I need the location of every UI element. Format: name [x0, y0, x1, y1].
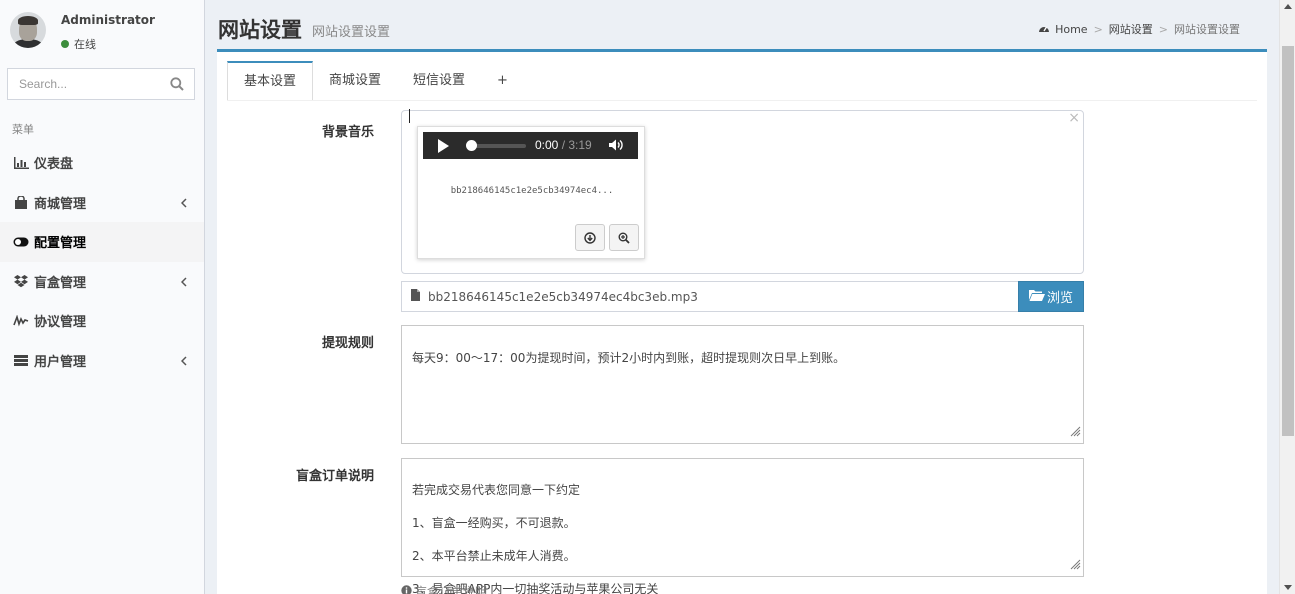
withdraw-rule-textarea[interactable]: 每天9：00～17：00为提现时间，预计2小时内到账，超时提现则次日早上到账。 — [401, 325, 1084, 444]
bg-music-label: 背景音乐 — [321, 125, 374, 140]
avatar — [10, 12, 46, 48]
audio-time: 0:00 / 3:19 — [535, 138, 592, 152]
tab-basic-settings[interactable]: 基本设置 — [227, 61, 314, 101]
sidebar-item-users[interactable]: 用户管理 — [0, 341, 204, 381]
help-text: 盲盒订单说明 — [415, 585, 488, 594]
sidebar-menu: 仪表盘 商城管理 配置管理 盲盒管理 协议管理 用户管理 — [0, 143, 204, 380]
resize-handle-icon[interactable] — [1069, 541, 1081, 574]
withdraw-rule-label: 提现规则 — [321, 336, 374, 351]
close-icon[interactable]: × — [1068, 110, 1080, 126]
search-icon[interactable] — [170, 77, 184, 91]
scroll-thumb[interactable] — [1282, 46, 1294, 436]
audio-progress-track[interactable] — [470, 144, 526, 148]
audio-current-time: 0:00 — [535, 138, 559, 152]
breadcrumb-separator: > — [1093, 22, 1103, 36]
chevron-left-icon — [180, 276, 187, 291]
blindbox-order-label: 盲盒订单说明 — [295, 469, 374, 484]
chevron-left-icon — [180, 197, 187, 212]
breadcrumb-home[interactable]: Home — [1055, 23, 1087, 36]
tab-bar: 基本设置 商城设置 短信设置 + — [227, 61, 524, 101]
withdraw-rule-value: 每天9：00～17：00为提现时间，预计2小时内到账，超时提现则次日早上到账。 — [412, 350, 846, 365]
scroll-down-icon[interactable] — [1284, 585, 1292, 590]
sidebar-item-label: 用户管理 — [34, 354, 87, 370]
user-status: 在线 — [61, 36, 96, 52]
blindbox-order-line: 1、盲盒一经购买，不可退款。 — [412, 515, 576, 530]
bg-music-file-input[interactable]: bb218646145c1e2e5cb34974ec4bc3eb.mp3 — [401, 281, 1019, 312]
text-cursor — [409, 109, 410, 123]
blindbox-order-line: 若完成交易代表您同意一下约定 — [412, 482, 581, 497]
volume-icon[interactable] — [608, 138, 624, 155]
bg-music-upload-area[interactable]: × 0:00 / 3:19 bb218646145c1e2e5cb34974ec… — [401, 109, 1084, 274]
breadcrumb: Home > 网站设置 > 网站设置设置 — [1038, 21, 1240, 37]
blindbox-order-line: 3、易盒吧APP内一切抽奖活动与苹果公司无关 — [412, 581, 659, 594]
user-status-label: 在线 — [74, 38, 96, 51]
breadcrumb-current: 网站设置设置 — [1174, 23, 1240, 36]
chevron-left-icon — [180, 355, 187, 370]
sidebar-item-label: 商城管理 — [34, 196, 87, 212]
file-input-value: bb218646145c1e2e5cb34974ec4bc3eb.mp3 — [428, 289, 698, 304]
audio-progress-handle[interactable] — [466, 140, 477, 151]
blindbox-order-help: 盲盒订单说明 — [401, 583, 487, 594]
tab-sms-settings[interactable]: 短信设置 — [397, 61, 481, 101]
dashboard-icon — [1038, 23, 1050, 36]
sidebar: Administrator 在线 菜单 仪表盘 商城管理 — [0, 0, 205, 594]
signature-icon — [13, 314, 29, 328]
sidebar-item-agreement[interactable]: 协议管理 — [0, 301, 204, 341]
sidebar-item-label: 盲盒管理 — [34, 275, 87, 291]
file-preview-card: 0:00 / 3:19 bb218646145c1e2e5cb34974ec4.… — [417, 126, 645, 259]
sidebar-item-label: 配置管理 — [34, 236, 87, 252]
audio-player: 0:00 / 3:19 — [423, 132, 638, 159]
page-title: 网站设置 — [218, 18, 302, 42]
sidebar-item-label: 仪表盘 — [34, 157, 74, 173]
blindbox-order-textarea[interactable]: 若完成交易代表您同意一下约定 1、盲盒一经购买，不可退款。 2、本平台禁止未成年… — [401, 458, 1084, 594]
sidebar-item-dashboard[interactable]: 仪表盘 — [0, 143, 204, 183]
sidebar-item-label: 协议管理 — [34, 315, 87, 331]
list-icon — [13, 353, 29, 367]
audio-duration: 3:19 — [568, 138, 592, 152]
tab-divider — [227, 100, 1257, 101]
shopping-bag-icon — [13, 195, 29, 209]
sidebar-item-mall[interactable]: 商城管理 — [0, 183, 204, 223]
page-scrollbar[interactable] — [1279, 0, 1295, 594]
tab-add-button[interactable]: + — [481, 61, 524, 101]
resize-handle-icon[interactable] — [1069, 408, 1081, 441]
audio-time-separator: / — [558, 138, 569, 152]
bar-chart-icon — [13, 156, 29, 170]
online-dot-icon — [61, 40, 69, 48]
menu-header: 菜单 — [12, 123, 34, 136]
breadcrumb-site-settings[interactable]: 网站设置 — [1109, 21, 1153, 37]
user-name: Administrator — [61, 13, 155, 27]
page-subtitle: 网站设置设置 — [312, 25, 391, 40]
tab-mall-settings[interactable]: 商城设置 — [313, 61, 397, 101]
sidebar-item-blindbox[interactable]: 盲盒管理 — [0, 262, 204, 302]
play-icon[interactable] — [438, 138, 449, 153]
search-input[interactable] — [8, 69, 158, 99]
file-icon — [411, 289, 420, 304]
zoom-in-button[interactable] — [609, 224, 639, 251]
browse-button-label: 浏览 — [1046, 291, 1073, 306]
breadcrumb-separator: > — [1158, 22, 1168, 36]
folder-open-icon — [1028, 289, 1045, 305]
dropbox-icon — [13, 274, 29, 288]
toggle-icon — [13, 235, 29, 249]
settings-box: 基本设置 商城设置 短信设置 + 背景音乐 × 0:00 / 3:19 bb21… — [217, 49, 1267, 594]
download-button[interactable] — [575, 224, 605, 251]
user-panel: Administrator 在线 — [0, 0, 204, 60]
sidebar-search — [7, 68, 195, 100]
browse-button[interactable]: 浏览 — [1018, 281, 1084, 312]
info-circle-icon — [401, 584, 412, 594]
scroll-up-icon[interactable] — [1284, 4, 1292, 9]
preview-file-name: bb218646145c1e2e5cb34974ec4... — [450, 186, 614, 196]
blindbox-order-line: 2、本平台禁止未成年人消费。 — [412, 548, 576, 563]
sidebar-item-config[interactable]: 配置管理 — [0, 222, 204, 262]
